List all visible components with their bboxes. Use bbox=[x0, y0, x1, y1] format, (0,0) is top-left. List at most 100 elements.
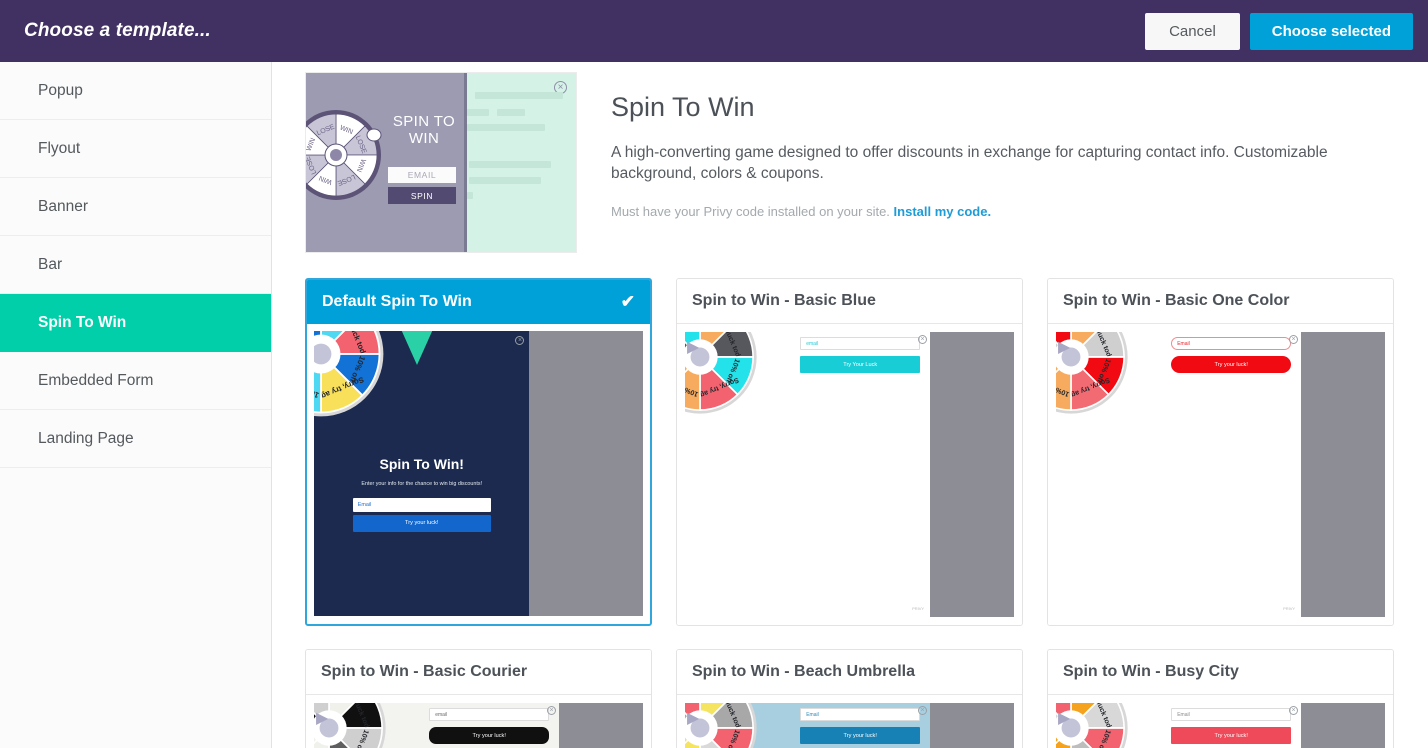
preview-email-input[interactable]: email bbox=[429, 708, 550, 721]
preview-modal: 10% offNo luck today:10% offSorry, try a… bbox=[314, 331, 530, 616]
preview-email-input[interactable]: Email bbox=[1171, 708, 1292, 721]
template-preview-canvas: 10% offNo luck today:10% offSorry, try a… bbox=[314, 331, 643, 616]
template-preview-canvas: 10% offNo luck today:10% offSorry, try a… bbox=[685, 332, 1014, 617]
sidebar-item-bar[interactable]: Bar bbox=[0, 236, 271, 294]
template-card[interactable]: Spin to Win - Basic One Color 10% offNo l… bbox=[1047, 278, 1394, 626]
check-icon: ✔ bbox=[620, 292, 635, 311]
hero-description: A high-converting game designed to offer… bbox=[611, 144, 1328, 182]
hero-section: WIN LOSE WIN LOSE WIN LOSE WIN LOSE SPIN TO WIN… bbox=[272, 62, 1428, 253]
preview-arrow-icon: ▶ bbox=[687, 710, 700, 727]
choose-selected-button[interactable]: Choose selected bbox=[1249, 12, 1413, 50]
template-card[interactable]: Spin to Win - Busy City 10% offNo luck to… bbox=[1047, 649, 1394, 748]
hero-note-text: Must have your Privy code installed on y… bbox=[611, 204, 890, 219]
template-card-title: Default Spin To Win bbox=[322, 293, 472, 310]
sidebar-item-banner[interactable]: Banner bbox=[0, 178, 271, 236]
sidebar-item-flyout[interactable]: Flyout bbox=[0, 120, 271, 178]
preview-modal: 10% offNo luck today:10% offSorry, try a… bbox=[314, 703, 560, 748]
install-my-code-link[interactable]: Install my code. bbox=[894, 204, 992, 219]
preview-close-icon[interactable]: × bbox=[515, 336, 525, 345]
preview-close-icon[interactable]: × bbox=[918, 706, 928, 715]
preview-side-panel bbox=[930, 703, 1014, 748]
sidebar-item-landing-page[interactable]: Landing Page bbox=[0, 410, 271, 468]
preview-close-icon[interactable]: × bbox=[547, 706, 557, 715]
template-card-title: Spin to Win - Beach Umbrella bbox=[692, 663, 915, 680]
template-preview-canvas: 10% offNo luck today:10% offSorry, try a… bbox=[685, 703, 1014, 748]
hero-art-email-field: EMAIL bbox=[388, 167, 456, 183]
preview-submit-button[interactable]: Try your luck! bbox=[800, 727, 921, 744]
preview-arrow-icon: ▶ bbox=[1058, 710, 1071, 727]
preview-submit-button[interactable]: Try your luck! bbox=[1171, 356, 1292, 373]
hero-text: Spin To Win A high-converting game desig… bbox=[577, 72, 1331, 253]
hero-art-page: × bbox=[464, 73, 576, 252]
template-grid: Default Spin To Win ✔ 10% offNo luck today… bbox=[272, 253, 1428, 748]
hero-title: Spin To Win bbox=[611, 92, 755, 122]
template-preview: 10% offNo luck today:10% offSorry, try a… bbox=[677, 324, 1022, 625]
preview-arrow-icon: ▶ bbox=[687, 339, 700, 356]
hero-illustration: WIN LOSE WIN LOSE WIN LOSE WIN LOSE SPIN TO WIN… bbox=[305, 72, 577, 253]
preview-side-panel bbox=[559, 703, 643, 748]
template-card[interactable]: Default Spin To Win ✔ 10% offNo luck today… bbox=[305, 278, 652, 626]
preview-email-input[interactable]: Email bbox=[352, 497, 491, 512]
preview-subtitle: Enter your info for the chance to win bi… bbox=[361, 480, 483, 487]
preview-submit-button[interactable]: Try Your Luck bbox=[800, 356, 921, 373]
sidebar-item-label: Flyout bbox=[38, 139, 81, 157]
template-card-title: Spin to Win - Busy City bbox=[1063, 663, 1239, 680]
template-card[interactable]: Spin to Win - Basic Courier 10% offNo luc… bbox=[305, 649, 652, 748]
hero-wheel-icon: WIN LOSE WIN LOSE WIN LOSE WIN LOSE bbox=[306, 109, 382, 201]
template-card-header: Default Spin To Win ✔ bbox=[307, 280, 650, 324]
preview-side-panel bbox=[529, 331, 643, 616]
template-card[interactable]: Spin to Win - Beach Umbrella 10% offNo lu… bbox=[676, 649, 1023, 748]
preview-pointer-icon bbox=[400, 331, 435, 365]
template-card-header: Spin to Win - Basic Courier bbox=[306, 650, 651, 695]
preview-heading: Spin To Win! bbox=[379, 456, 464, 473]
preview-submit-button[interactable]: Try your luck! bbox=[1171, 727, 1292, 744]
template-card-title: Spin to Win - Basic Blue bbox=[692, 292, 876, 309]
template-card-title: Spin to Win - Basic Courier bbox=[321, 663, 528, 680]
hero-art-spin-button: SPIN bbox=[388, 187, 456, 204]
preview-side-panel bbox=[930, 332, 1014, 617]
sidebar-item-label: Popup bbox=[38, 81, 83, 99]
preview-email-input[interactable]: Email bbox=[1171, 337, 1292, 350]
template-preview-canvas: 10% offNo luck today:10% offSorry, try a… bbox=[1056, 332, 1385, 617]
main-content: WIN LOSE WIN LOSE WIN LOSE WIN LOSE SPIN TO WIN… bbox=[272, 62, 1428, 748]
template-preview: 10% offNo luck today:10% offSorry, try a… bbox=[306, 695, 651, 748]
cancel-button[interactable]: Cancel bbox=[1145, 12, 1240, 50]
sidebar-item-spin-to-win[interactable]: Spin To Win bbox=[0, 294, 271, 352]
hero-art-headline: SPIN TO WIN bbox=[392, 113, 456, 147]
preview-modal: 10% offNo luck today:10% offSorry, try a… bbox=[1056, 703, 1302, 748]
preview-close-icon[interactable]: × bbox=[1289, 706, 1299, 715]
preview-side-panel bbox=[1301, 703, 1385, 748]
hero-art-headline-wrap: SPIN TO WIN bbox=[389, 113, 459, 147]
preview-modal: 10% offNo luck today:10% offSorry, try a… bbox=[685, 703, 931, 748]
sidebar-item-embedded-form[interactable]: Embedded Form bbox=[0, 352, 271, 410]
preview-submit-button[interactable]: Try your luck! bbox=[429, 727, 550, 744]
template-preview: 10% offNo luck today:10% offSorry, try a… bbox=[1048, 324, 1393, 625]
preview-wheel-icon: 10% offNo luck today:10% offSorry, try a… bbox=[314, 331, 386, 424]
template-card-header: Spin to Win - Basic Blue bbox=[677, 279, 1022, 324]
template-preview: 10% offNo luck today:10% offSorry, try a… bbox=[307, 324, 650, 623]
template-preview-canvas: 10% offNo luck today:10% offSorry, try a… bbox=[1056, 703, 1385, 748]
sidebar-item-label: Spin To Win bbox=[38, 313, 127, 331]
template-preview: 10% offNo luck today:10% offSorry, try a… bbox=[1048, 695, 1393, 748]
sidebar-item-label: Landing Page bbox=[38, 429, 134, 447]
preview-close-icon[interactable]: × bbox=[918, 335, 928, 344]
hero-art-modal: WIN LOSE WIN LOSE WIN LOSE WIN LOSE SPIN TO WIN… bbox=[306, 73, 464, 252]
template-card-header: Spin to Win - Beach Umbrella bbox=[677, 650, 1022, 695]
preview-email-input[interactable]: email bbox=[800, 337, 921, 350]
template-card[interactable]: Spin to Win - Basic Blue 10% offNo luck t… bbox=[676, 278, 1023, 626]
preview-footer-note: PRIVY bbox=[912, 606, 925, 611]
sidebar-item-label: Embedded Form bbox=[38, 371, 154, 389]
sidebar-item-popup[interactable]: Popup bbox=[0, 62, 271, 120]
preview-email-input[interactable]: Email bbox=[800, 708, 921, 721]
preview-modal: 10% offNo luck today:10% offSorry, try a… bbox=[685, 332, 931, 617]
preview-close-icon[interactable]: × bbox=[1289, 335, 1299, 344]
preview-modal: 10% offNo luck today:10% offSorry, try a… bbox=[1056, 332, 1302, 617]
sidebar: Popup Flyout Banner Bar Spin To Win Embedded … bbox=[0, 62, 272, 748]
page-title: Choose a template... bbox=[24, 20, 211, 41]
preview-arrow-icon: ▶ bbox=[1058, 339, 1071, 356]
hero-note: Must have your Privy code installed on y… bbox=[611, 204, 1331, 219]
template-preview-canvas: 10% offNo luck today:10% offSorry, try a… bbox=[314, 703, 643, 748]
preview-submit-button[interactable]: Try your luck! bbox=[352, 514, 491, 532]
template-card-header: Spin to Win - Busy City bbox=[1048, 650, 1393, 695]
sidebar-item-label: Bar bbox=[38, 255, 63, 273]
